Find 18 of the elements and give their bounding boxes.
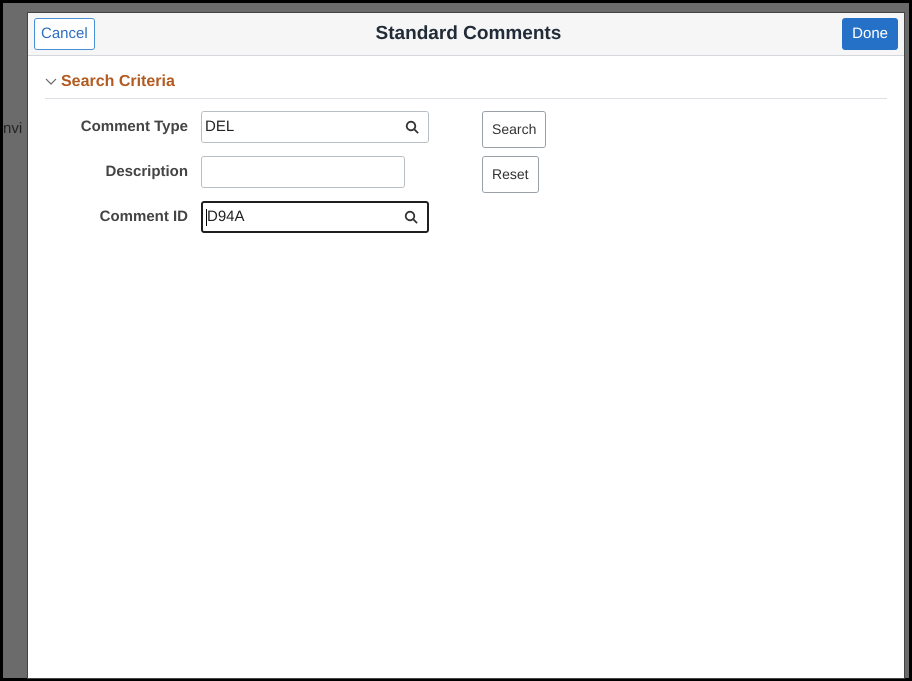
field-value: DEL: [205, 116, 234, 137]
section-title[interactable]: Search Criteria: [61, 70, 175, 94]
field-label: Description: [104, 162, 189, 182]
chevron-icon[interactable]: [45, 78, 57, 86]
field-label: Comment ID: [98, 206, 189, 227]
input-field[interactable]: D94A: [201, 201, 429, 233]
search-icon[interactable]: [404, 210, 418, 224]
search-icon[interactable]: [405, 120, 419, 134]
dialog-title: Standard Comments: [376, 22, 562, 46]
input-field[interactable]: DEL: [201, 111, 429, 143]
cancel-button[interactable]: Cancel: [34, 18, 95, 50]
background-text: nvi: [3, 119, 22, 139]
input-field[interactable]: [201, 156, 405, 188]
field-value: D94A: [207, 206, 245, 227]
field-label: Comment Type: [80, 116, 189, 137]
done-button[interactable]: Done: [842, 18, 898, 50]
action-button[interactable]: Search: [482, 111, 546, 148]
action-button[interactable]: Reset: [482, 156, 539, 193]
